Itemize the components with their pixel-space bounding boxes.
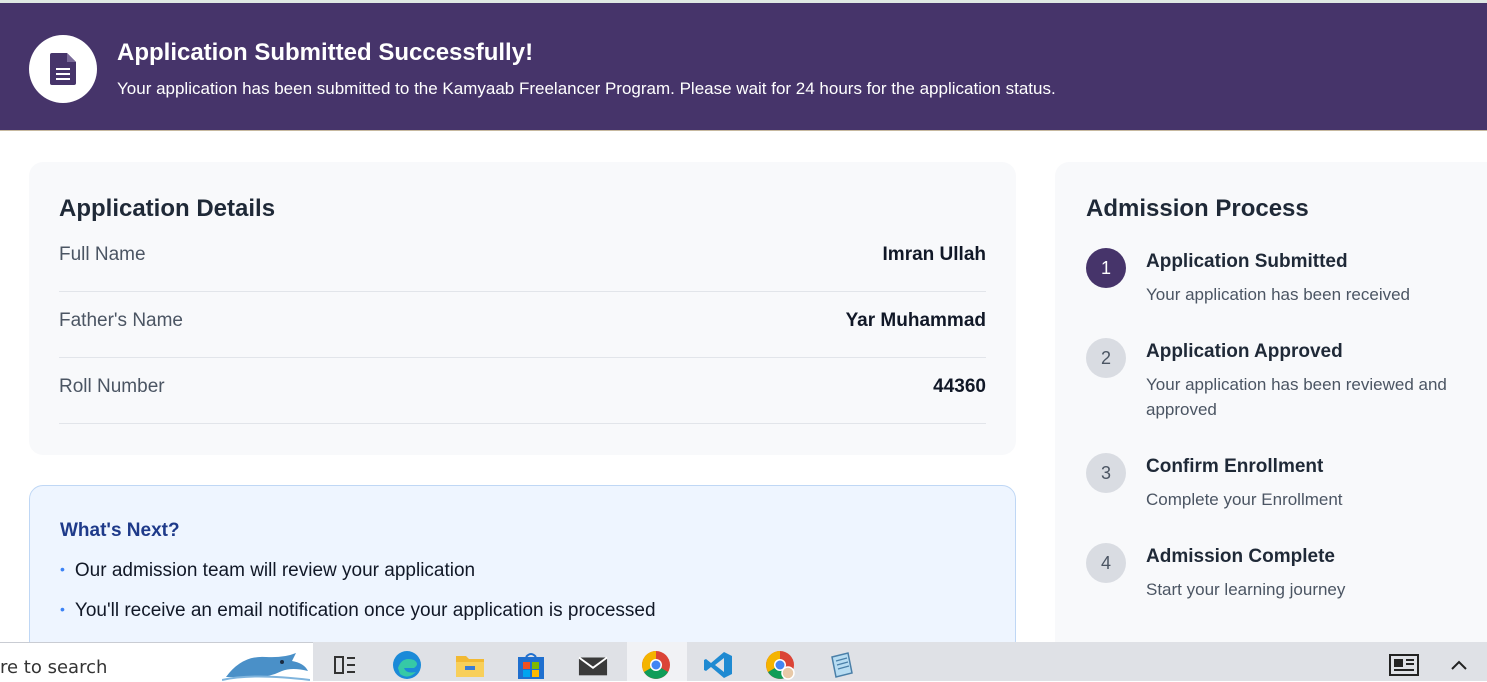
windows-taskbar: re to search [0, 642, 1487, 681]
list-item: • You'll receive an email notification on… [60, 600, 656, 622]
step-title: Admission Complete [1146, 546, 1335, 567]
detail-label: Father's Name [59, 310, 184, 331]
admission-process-card: Admission Process 1 Application Submitte… [1055, 162, 1487, 662]
mail-icon[interactable] [578, 650, 608, 680]
list-item-text: Our admission team will review your appl… [74, 560, 476, 581]
detail-value: 44360 [933, 376, 986, 397]
step-number: 2 [1086, 338, 1126, 378]
task-view-icon[interactable] [330, 650, 360, 680]
bullet-icon: • [60, 561, 65, 577]
chevron-up-icon[interactable] [1444, 650, 1474, 680]
application-details-card: Application Details Full Name Imran Ulla… [29, 162, 1016, 455]
step-description: Your application has been received [1146, 285, 1411, 304]
step-title: Application Submitted [1146, 251, 1348, 272]
banner-title: Application Submitted Successfully! [117, 39, 534, 66]
dolphin-icon[interactable] [222, 647, 310, 682]
bullet-icon: • [60, 601, 65, 617]
details-title: Application Details [59, 195, 276, 222]
banner-subtitle: Your application has been submitted to t… [117, 79, 1056, 98]
step-title: Application Approved [1146, 341, 1343, 362]
detail-label: Full Name [59, 244, 146, 265]
step-description: Complete your Enrollment [1146, 490, 1343, 509]
vscode-icon[interactable] [703, 650, 733, 680]
process-title: Admission Process [1086, 195, 1309, 222]
step-description: Start your learning journey [1146, 580, 1346, 599]
step-description: Your application has been reviewed and a… [1146, 375, 1447, 419]
whats-next-card: What's Next? • Our admission team will re… [29, 485, 1016, 655]
list-item-text: You'll receive an email notification onc… [74, 600, 656, 621]
chrome-icon[interactable] [641, 650, 671, 680]
detail-label: Roll Number [59, 376, 165, 397]
document-icon [29, 35, 97, 103]
store-icon[interactable] [516, 650, 546, 680]
detail-row-roll-number: Roll Number 44360 [59, 358, 986, 424]
step-number: 3 [1086, 453, 1126, 493]
detail-row-full-name: Full Name Imran Ullah [59, 226, 986, 292]
taskbar-search-box[interactable]: re to search [0, 642, 313, 681]
detail-value: Imran Ullah [882, 244, 986, 265]
news-icon[interactable] [1389, 650, 1419, 680]
search-placeholder: re to search [0, 657, 108, 678]
success-banner: Application Submitted Successfully! Your… [0, 3, 1487, 131]
edge-icon[interactable] [392, 650, 422, 680]
step-number: 1 [1086, 248, 1126, 288]
file-explorer-icon[interactable] [455, 650, 485, 680]
chrome-profile-icon[interactable] [765, 650, 795, 680]
detail-value: Yar Muhammad [845, 310, 986, 331]
notepad-icon[interactable] [827, 650, 857, 680]
list-item: • Our admission team will review your app… [60, 560, 475, 582]
step-number: 4 [1086, 543, 1126, 583]
whats-next-title: What's Next? [60, 520, 180, 541]
detail-row-fathers-name: Father's Name Yar Muhammad [59, 292, 986, 358]
step-title: Confirm Enrollment [1146, 456, 1324, 477]
